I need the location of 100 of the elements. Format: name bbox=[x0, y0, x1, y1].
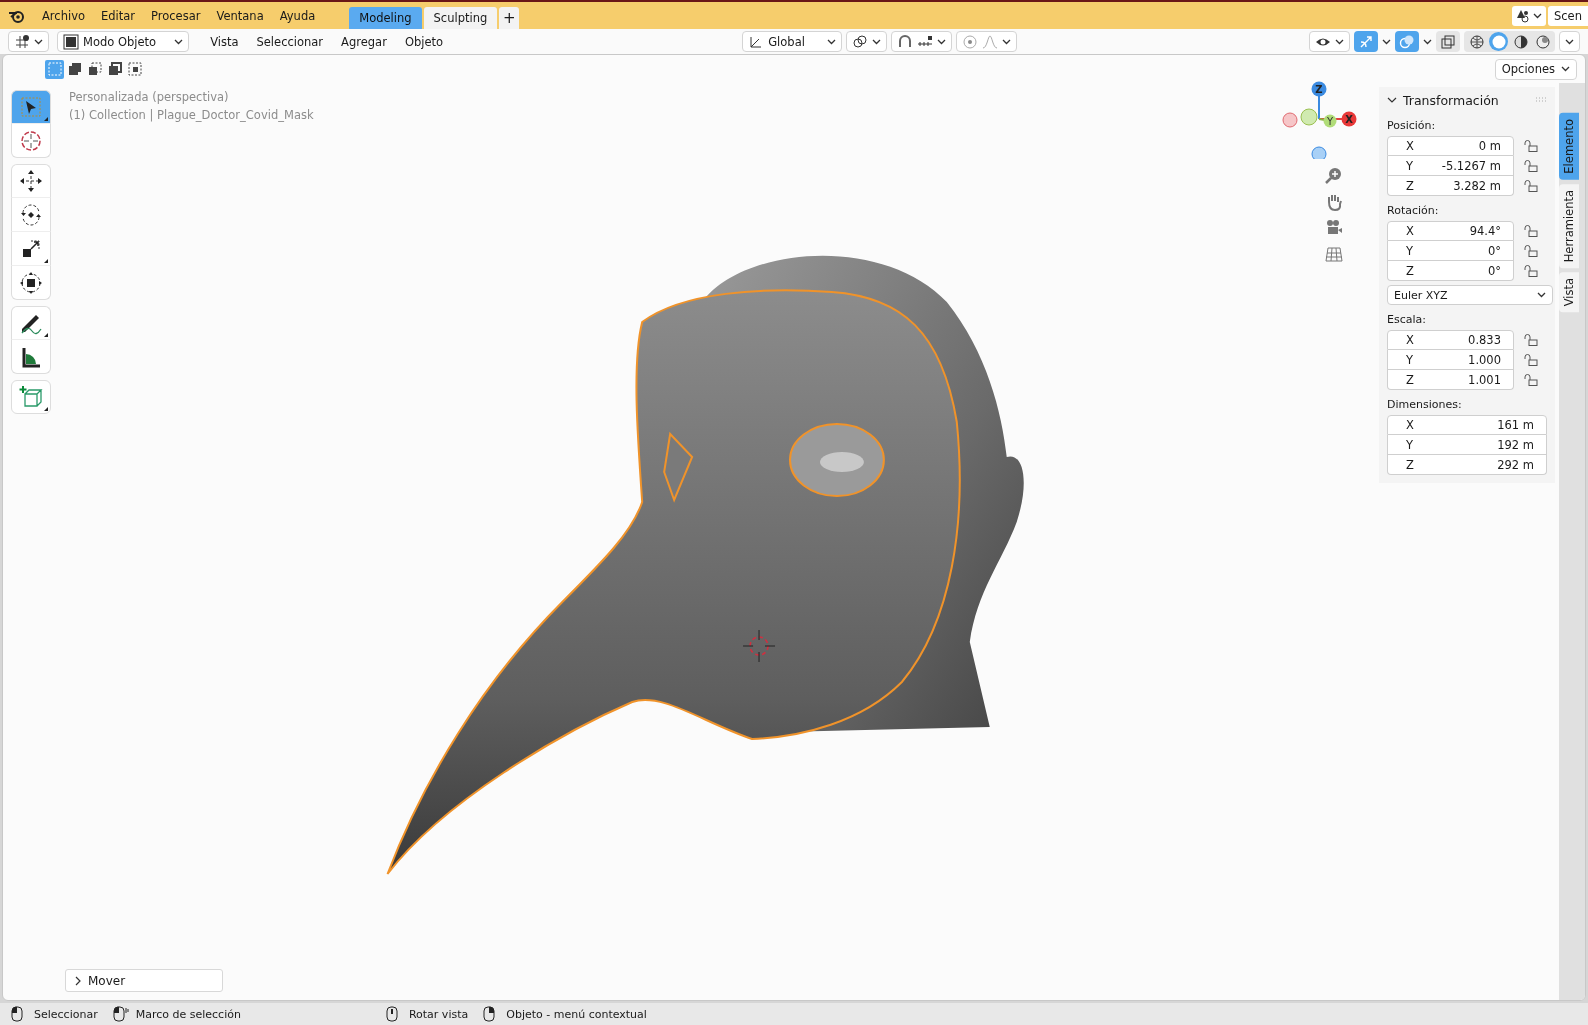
link-icon bbox=[851, 33, 868, 50]
pivot-dropdown[interactable] bbox=[845, 31, 887, 52]
open-padlock-icon[interactable] bbox=[1524, 245, 1538, 257]
value-field[interactable]: X 161 m bbox=[1387, 415, 1547, 435]
gizmo-arrow-icon bbox=[1358, 33, 1374, 50]
scene-field[interactable]: Scen bbox=[1548, 5, 1588, 26]
hand-icon[interactable] bbox=[1325, 193, 1343, 211]
add-cube-tool[interactable] bbox=[11, 380, 51, 414]
rotate-tool[interactable] bbox=[11, 198, 51, 232]
chevron-down-icon bbox=[174, 38, 184, 45]
chevron-down-icon bbox=[1565, 38, 1574, 45]
menu-item[interactable]: Editar bbox=[93, 8, 144, 23]
collection-label: (1) Collection | Plague_Doctor_Covid_Mask bbox=[69, 107, 315, 124]
chevron-down-icon bbox=[1001, 38, 1011, 45]
chevron-right-icon bbox=[74, 975, 82, 986]
rendered-shading-button[interactable] bbox=[1533, 32, 1552, 51]
wireframe-shading-button[interactable] bbox=[1467, 32, 1486, 51]
value-field[interactable]: Z 0° bbox=[1387, 261, 1514, 281]
sidebar-tab[interactable]: Vista bbox=[1559, 272, 1579, 313]
xray-squares-icon bbox=[1440, 33, 1456, 50]
value-field[interactable]: X 0.833 bbox=[1387, 330, 1514, 350]
open-padlock-icon[interactable] bbox=[1524, 180, 1538, 192]
open-padlock-icon[interactable] bbox=[1524, 140, 1538, 152]
chevron-down-icon bbox=[936, 38, 946, 45]
sidebar-tab[interactable]: Elemento bbox=[1559, 113, 1579, 180]
navigation-gizmo[interactable]: Y Z X bbox=[1279, 73, 1365, 159]
chevron-down-icon[interactable] bbox=[1387, 96, 1397, 104]
value-field[interactable]: Y -5.1267 m bbox=[1387, 156, 1514, 176]
status-hint: Marco de selección bbox=[135, 1007, 241, 1021]
overlay-toggle-button[interactable] bbox=[1395, 31, 1419, 52]
scene-icon bbox=[1516, 8, 1530, 23]
zoom-icon[interactable] bbox=[1325, 167, 1343, 185]
section-label: Rotación: bbox=[1387, 204, 1440, 217]
value-field[interactable]: Y 1.000 bbox=[1387, 350, 1514, 370]
value-field[interactable]: Z 292 m bbox=[1387, 455, 1547, 475]
chevron-down-icon bbox=[871, 38, 881, 45]
overlay-circles-icon bbox=[1399, 33, 1415, 50]
select-box-tool[interactable] bbox=[11, 90, 51, 124]
falloff-curve-icon bbox=[981, 33, 998, 50]
open-padlock-icon[interactable] bbox=[1524, 160, 1538, 172]
status-hint: Seleccionar bbox=[34, 1007, 98, 1021]
workspace-tab[interactable]: Sculpting bbox=[423, 7, 498, 29]
mode-dropdown[interactable]: Modo Objeto bbox=[57, 31, 190, 52]
section-label: Escala: bbox=[1387, 313, 1427, 326]
move-tool[interactable] bbox=[11, 164, 51, 198]
open-padlock-icon[interactable] bbox=[1524, 374, 1538, 386]
xray-toggle-button[interactable] bbox=[1436, 31, 1460, 52]
object-mode-icon bbox=[63, 33, 79, 50]
menu-item[interactable]: Agregar bbox=[334, 34, 394, 49]
mouse-drag-icon bbox=[111, 1006, 129, 1022]
chevron-down-icon bbox=[1537, 292, 1546, 298]
menu-item[interactable]: Vista bbox=[203, 34, 246, 49]
menu-item[interactable]: Objeto bbox=[397, 34, 451, 49]
status-hint: Objeto - menú contextual bbox=[506, 1007, 647, 1021]
options-dropdown[interactable]: Opciones bbox=[1494, 58, 1577, 80]
add-workspace-button[interactable]: + bbox=[499, 7, 520, 29]
menu-item[interactable]: Archivo bbox=[34, 8, 93, 23]
3d-cursor-icon bbox=[742, 629, 776, 663]
editor-type-button[interactable] bbox=[8, 31, 49, 52]
snap-dropdown[interactable] bbox=[890, 31, 952, 52]
measure-tool[interactable] bbox=[11, 340, 51, 374]
orientation-dropdown[interactable]: Global bbox=[742, 31, 842, 52]
cursor-tool[interactable] bbox=[11, 124, 51, 158]
menu-item[interactable]: Procesar bbox=[143, 8, 209, 23]
camera-icon[interactable] bbox=[1325, 219, 1343, 237]
section-label: Dimensiones: bbox=[1387, 398, 1463, 411]
panel-title[interactable]: Transformación bbox=[1403, 92, 1499, 108]
menu-item[interactable]: Ventana bbox=[208, 8, 272, 23]
shading-options-dropdown[interactable] bbox=[1559, 31, 1580, 52]
drag-handle-icon[interactable] bbox=[1535, 97, 1547, 103]
rotation-mode-dropdown[interactable]: Euler XYZ bbox=[1387, 285, 1553, 305]
annotate-tool[interactable] bbox=[11, 306, 51, 340]
open-padlock-icon[interactable] bbox=[1524, 334, 1538, 346]
transform-tool[interactable] bbox=[11, 266, 51, 300]
sidebar-tab[interactable]: Herramienta bbox=[1559, 183, 1579, 268]
open-padlock-icon[interactable] bbox=[1524, 265, 1538, 277]
gizmo-toggle-button[interactable] bbox=[1354, 31, 1378, 52]
material-shading-button[interactable] bbox=[1511, 32, 1530, 51]
value-field[interactable]: Z 3.282 m bbox=[1387, 176, 1514, 196]
value-field[interactable]: Y 192 m bbox=[1387, 435, 1547, 455]
menu-item[interactable]: Seleccionar bbox=[249, 34, 331, 49]
workspace-tab[interactable]: Modeling bbox=[349, 7, 422, 29]
last-operation-panel[interactable]: Mover bbox=[65, 969, 223, 992]
scene-browse-button[interactable] bbox=[1512, 5, 1546, 26]
value-field[interactable]: X 0 m bbox=[1387, 136, 1514, 156]
chevron-down-icon bbox=[1561, 66, 1570, 72]
value-field[interactable]: Y 0° bbox=[1387, 241, 1514, 261]
axes-icon bbox=[14, 33, 30, 50]
visibility-dropdown[interactable] bbox=[1309, 31, 1350, 52]
value-field[interactable]: Z 1.001 bbox=[1387, 370, 1514, 390]
open-padlock-icon[interactable] bbox=[1524, 225, 1538, 237]
value-field[interactable]: X 94.4° bbox=[1387, 221, 1514, 241]
open-padlock-icon[interactable] bbox=[1524, 354, 1538, 366]
section-label: Posición: bbox=[1387, 119, 1437, 132]
selection-mode-button[interactable] bbox=[125, 59, 144, 79]
menu-item[interactable]: Ayuda bbox=[271, 8, 324, 23]
grid-icon[interactable] bbox=[1325, 245, 1343, 263]
scale-tool[interactable] bbox=[11, 232, 51, 266]
chevron-down-icon bbox=[826, 38, 836, 45]
proportional-edit-icon bbox=[961, 33, 978, 50]
